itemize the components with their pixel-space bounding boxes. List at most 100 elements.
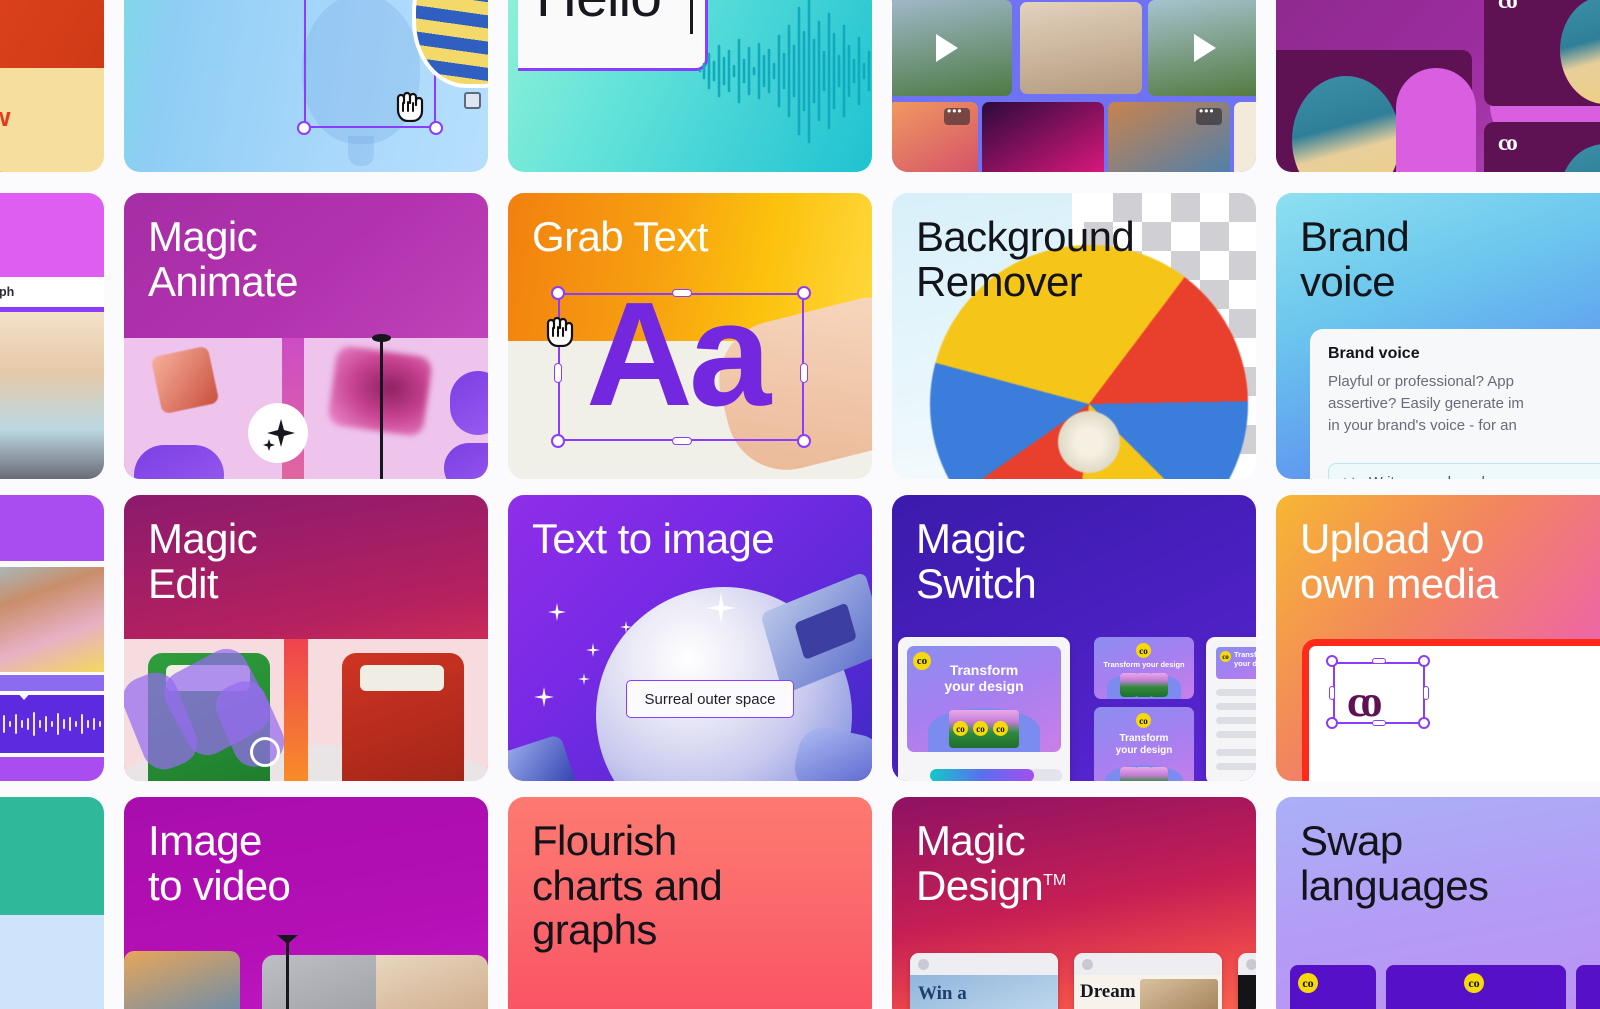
resize-handle-bottom-left[interactable]	[297, 121, 311, 135]
card-brand-voice[interactable]: Brand voice Brand voice Playful or profe…	[1276, 193, 1600, 479]
card-text-to-speech[interactable]: Hello	[508, 0, 872, 172]
card-title: Grab Text	[532, 213, 709, 260]
resize-handle-bottom-right[interactable]	[1418, 717, 1430, 729]
design-thumb[interactable]: Win a	[910, 953, 1058, 1009]
logo-badge: co	[1136, 713, 1151, 728]
thumb-label: Win a	[918, 983, 967, 1004]
thumb-photo	[1140, 979, 1218, 1009]
card-balloon-editor[interactable]	[124, 0, 488, 172]
language-tile[interactable]: co	[1290, 965, 1376, 1009]
design-slide[interactable]: co Transform your design	[1094, 637, 1194, 699]
card-presentations-partial[interactable]: ns Ground 2022 Feel w have conne	[0, 0, 104, 172]
language-tile[interactable]: co	[1386, 965, 1566, 1009]
design-slide[interactable]: co Transform your design	[1094, 707, 1194, 781]
card-title-text: Magic Design	[916, 817, 1044, 909]
selection-box[interactable]	[1333, 662, 1425, 724]
resize-handle-bottom-right[interactable]	[429, 121, 443, 135]
play-icon[interactable]	[1194, 34, 1216, 62]
text-input-box[interactable]: Hello	[518, 0, 708, 71]
input-placeholder-text: Write an on-brand compa	[1369, 475, 1532, 479]
panel-body: Playful or professional? App assertive? …	[1328, 373, 1524, 434]
card-title: Brand voice	[1300, 213, 1410, 305]
card-grab-text[interactable]: Grab Text Aa	[508, 193, 872, 479]
design-window[interactable]: co Transform your design co co co	[898, 637, 1070, 781]
video-thumb[interactable]	[1020, 2, 1142, 94]
resize-handle-bottom-left[interactable]	[551, 434, 565, 448]
resize-handle-bottom-left[interactable]	[1326, 717, 1338, 729]
video-thumb[interactable]	[1234, 102, 1256, 172]
card-body: Ground 2022 Feel w have conne	[0, 68, 104, 172]
card-banner: ns	[0, 0, 104, 68]
caption-text: cal flying eleph	[0, 277, 104, 307]
card-title: Swap languages	[1300, 817, 1489, 909]
card-image-to-video[interactable]: Image to video	[124, 797, 488, 1009]
card-text-to-image[interactable]: Text to image Surreal outer space	[508, 495, 872, 781]
brush-cursor[interactable]	[250, 737, 280, 767]
slide-text: Transform your design	[944, 662, 1024, 695]
video-thumb[interactable]	[982, 102, 1104, 172]
resize-handle-bottom[interactable]	[672, 437, 692, 445]
resize-handle-top[interactable]	[1372, 658, 1386, 664]
doc-line	[1216, 689, 1256, 696]
card-upload-your-own-media[interactable]: Upload yo own media co	[1276, 495, 1600, 781]
resize-handle-left[interactable]	[554, 363, 562, 383]
card-background-remover[interactable]: Background Remover	[892, 193, 1256, 479]
card-lower	[0, 757, 104, 781]
play-icon[interactable]	[936, 34, 958, 62]
video-frame-thumb[interactable]	[262, 955, 488, 1009]
card-video-timeline-partial[interactable]	[0, 495, 104, 781]
card-magic-animate[interactable]: Magic Animate	[124, 193, 488, 479]
star-icon	[548, 603, 566, 621]
headline-text: Feel w have conne	[0, 102, 11, 172]
design-thumb[interactable]	[1238, 953, 1256, 1009]
resize-handle-top-left[interactable]	[551, 286, 565, 300]
audio-waveform	[698, 0, 871, 144]
card-title: Image to video	[148, 817, 291, 909]
design-thumb[interactable]: Dream	[1074, 953, 1222, 1009]
logo-mark: co	[1498, 130, 1518, 155]
card-title: Magic Edit	[148, 515, 258, 607]
video-thumb[interactable]	[892, 0, 1012, 96]
resize-handle-top[interactable]	[672, 289, 692, 297]
resize-handle-bottom-right[interactable]	[797, 434, 811, 448]
card-title: Magic Animate	[148, 213, 298, 305]
card-magical-flying-elephant-partial[interactable]: cal flying eleph	[0, 193, 104, 479]
video-thumb[interactable]	[1108, 102, 1230, 172]
language-tile[interactable]	[1576, 965, 1600, 1009]
resize-handle-bottom[interactable]	[1372, 720, 1386, 726]
card-swap-languages[interactable]: Swap languages co co	[1276, 797, 1600, 1009]
doc-line	[1216, 749, 1256, 756]
resize-handle-top-right[interactable]	[1418, 655, 1430, 667]
resize-handle-top-left[interactable]	[1326, 655, 1338, 667]
resize-handle-right[interactable]	[1423, 686, 1429, 700]
playhead-pin[interactable]	[286, 939, 289, 1009]
card-title: Upload yo own media	[1300, 515, 1498, 607]
prompt-input[interactable]: Surreal outer space	[626, 680, 794, 718]
selection-box[interactable]	[558, 293, 804, 441]
more-options-icon[interactable]	[944, 104, 970, 125]
person-photo	[1560, 144, 1600, 172]
star-icon	[586, 643, 600, 657]
resize-handle-right[interactable]	[800, 363, 808, 383]
more-options-icon[interactable]	[1196, 104, 1222, 125]
card-flourish-charts-and-graphs[interactable]: Flourish charts and graphs	[508, 797, 872, 1009]
brand-voice-input[interactable]: Write an on-brand compa	[1328, 463, 1600, 479]
card-magic-edit[interactable]: Magic Edit	[124, 495, 488, 781]
card-title: Background Remover	[916, 213, 1135, 305]
card-magic-design[interactable]: Magic DesignTM Win a Dream	[892, 797, 1256, 1009]
window-bar	[910, 953, 1058, 975]
card-video-gallery[interactable]	[892, 0, 1256, 172]
brand-voice-panel: Brand voice Playful or professional? App…	[1310, 329, 1600, 479]
video-thumb[interactable]	[1148, 0, 1256, 96]
video-thumb[interactable]	[892, 102, 978, 172]
video-frame-thumb[interactable]	[124, 951, 240, 1009]
resize-handle-top-right[interactable]	[797, 286, 811, 300]
card-brand-kit[interactable]: co co	[1276, 0, 1600, 172]
balloon-basket	[464, 92, 481, 109]
typed-text: Hello	[536, 0, 662, 30]
card-magic-switch[interactable]: Magic Switch co Transform your design co…	[892, 495, 1256, 781]
text-caret	[690, 0, 693, 34]
resize-handle-left[interactable]	[1329, 686, 1335, 700]
document-window[interactable]: co Transformyour design	[1206, 637, 1256, 781]
card-teal-partial[interactable]	[0, 797, 104, 1009]
